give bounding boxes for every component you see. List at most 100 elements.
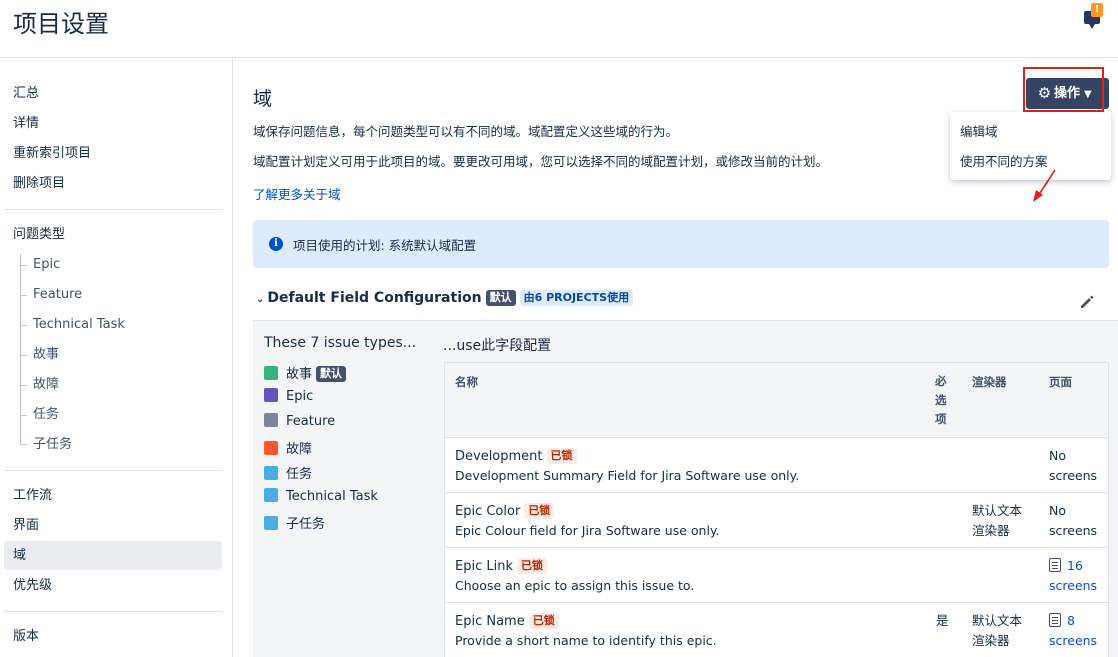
projects-count: 6 PROJECTS [534, 291, 608, 304]
learn-more-link[interactable]: 了解更多关于域 [253, 184, 341, 203]
screens-label: screens [1049, 578, 1098, 593]
bug-icon [264, 441, 278, 455]
sidebar-item-versions[interactable]: 版本 [4, 622, 222, 651]
sidebar-subitem-technical-task[interactable]: Technical Task [33, 315, 125, 335]
sidebar-item-details[interactable]: 详情 [4, 109, 222, 138]
sidebar-item-fields[interactable]: 域 [4, 541, 222, 570]
table-row: Epic Color 已锁 Epic Colour field for Jira … [445, 493, 1108, 548]
default-badge: 默认 [485, 290, 516, 306]
issue-type-subtask: 子任务 [264, 513, 325, 532]
sidebar-subitem-task[interactable]: 任务 [33, 405, 59, 425]
field-name: Epic Color 已锁 [455, 503, 555, 519]
tree-tick [20, 295, 27, 296]
column-header-screens: 页面 [1049, 375, 1072, 389]
edit-icon[interactable] [1079, 294, 1095, 310]
chevron-down-icon: ⌄ [256, 294, 265, 305]
field-description: Development Summary Field for Jira Softw… [455, 468, 800, 483]
sidebar-item-workflows[interactable]: 工作流 [4, 481, 222, 510]
column-header-required: 必选项 [935, 374, 947, 426]
sidebar-divider [4, 209, 222, 210]
field-name-text: Epic Link [455, 559, 513, 574]
issue-type-story: 故事 默认 [264, 363, 347, 382]
screens-link[interactable]: 16 screens [1049, 556, 1097, 596]
tree-tick [20, 385, 27, 386]
renderer-line: 渲染器 [972, 633, 1010, 648]
tree-tick [20, 415, 27, 416]
screens-cell: No screens [1049, 446, 1097, 486]
sidebar-item-priorities[interactable]: 优先级 [4, 571, 222, 600]
screens-count: No [1049, 448, 1066, 463]
tree-tick [20, 265, 27, 266]
screens-cell: No screens [1049, 501, 1097, 541]
screens-count: No [1049, 503, 1066, 518]
story-icon [264, 366, 278, 380]
renderer-line: 默认文本 [972, 613, 1023, 628]
required-cell: 是 [936, 613, 949, 628]
annotation-arrow-icon [1033, 169, 1056, 202]
tree-tick [20, 444, 27, 445]
field-name: Development 已锁 [455, 448, 577, 464]
feature-icon [264, 413, 278, 427]
use-config-title: ...use此字段配置 [443, 338, 552, 354]
fields-table: 名称 必选项 渲染器 页面 Development 已锁 Development … [444, 362, 1109, 657]
sidebar-subitem-feature[interactable]: Feature [33, 285, 82, 305]
issue-type-task: 任务 [264, 463, 312, 482]
info-banner: i 项目使用的计划: 系统默认域配置 [253, 220, 1109, 268]
locked-badge: 已锁 [516, 558, 547, 574]
sidebar-subitem-bug[interactable]: 故障 [33, 375, 59, 395]
feedback-button[interactable]: ! [1084, 3, 1106, 29]
field-name: Epic Name 已锁 [455, 613, 559, 629]
sidebar-subitem-subtask[interactable]: 子任务 [33, 435, 72, 455]
sidebar-item-delete-project[interactable]: 删除项目 [4, 169, 222, 198]
table-row: Epic Name 已锁 Provide a short name to iden… [445, 603, 1108, 657]
sidebar-item-summary[interactable]: 汇总 [4, 79, 222, 108]
projects-prefix: 由 [523, 291, 535, 304]
screens-label: screens [1049, 468, 1098, 483]
main-content: 域 域保存问题信息，每个问题类型可以有不同的域。域配置定义这些域的行为。 域配置… [253, 58, 1118, 657]
sidebar-item-issue-types[interactable]: 问题类型 [4, 220, 222, 249]
issue-type-feature: Feature [264, 413, 335, 429]
locked-badge: 已锁 [528, 613, 559, 629]
projects-badge: 由6 PROJECTS使用 [519, 290, 634, 306]
screens-label: screens [1049, 523, 1098, 538]
field-description: Epic Colour field for Jira Software use … [455, 523, 720, 538]
renderer-cell: 默认文本 渲染器 [972, 611, 1022, 651]
screens-label: screens [1049, 633, 1098, 648]
issue-type-technical-task: Technical Task [264, 488, 378, 504]
page-title: 项目设置 [13, 10, 109, 38]
sidebar-subitem-epic[interactable]: Epic [33, 255, 60, 275]
sidebar: 汇总 详情 重新索引项目 删除项目 问题类型 Epic Feature Tech… [0, 58, 233, 657]
section-title: 域 [253, 88, 273, 110]
issue-type-bug: 故障 [264, 438, 312, 457]
field-description: Provide a short name to identify this ep… [455, 633, 717, 648]
renderer-line: 渲染器 [972, 523, 1010, 538]
issue-types-title: These 7 issue types... [264, 335, 417, 351]
screens-icon [1049, 558, 1061, 572]
field-name-text: Epic Name [455, 614, 525, 629]
screens-link[interactable]: 8 screens [1049, 611, 1097, 651]
tree-tick [20, 355, 27, 356]
issue-type-label: 子任务 [286, 517, 326, 532]
sidebar-divider [4, 611, 222, 612]
table-header: 名称 必选项 渲染器 页面 [445, 363, 1108, 438]
sidebar-subitem-story[interactable]: 故事 [33, 345, 59, 365]
field-description: Choose an epic to assign this issue to. [455, 578, 695, 593]
field-config-header[interactable]: ⌄ Default Field Configuration 默认 由6 PROJECT… [256, 290, 634, 306]
field-name-text: Epic Color [455, 504, 521, 519]
issue-type-label: Technical Task [286, 489, 378, 504]
sidebar-item-screens[interactable]: 界面 [4, 511, 222, 540]
column-header-name: 名称 [455, 375, 478, 389]
highlight-box [1023, 67, 1104, 112]
task-icon [264, 466, 278, 480]
issue-type-label: Epic [286, 389, 314, 404]
issue-type-label: 任务 [286, 467, 313, 482]
sidebar-item-reindex[interactable]: 重新索引项目 [4, 139, 222, 168]
info-icon: i [269, 237, 283, 251]
menu-item-edit-fields[interactable]: 编辑域 [960, 121, 998, 140]
renderer-line: 默认文本 [972, 503, 1023, 518]
issue-type-label: 故事 [286, 367, 313, 382]
table-row: Epic Link 已锁 Choose an epic to assign thi… [445, 548, 1108, 603]
renderer-cell: 默认文本 渲染器 [972, 501, 1022, 541]
issue-type-label: 故障 [286, 442, 313, 457]
issue-type-epic: Epic [264, 388, 313, 404]
